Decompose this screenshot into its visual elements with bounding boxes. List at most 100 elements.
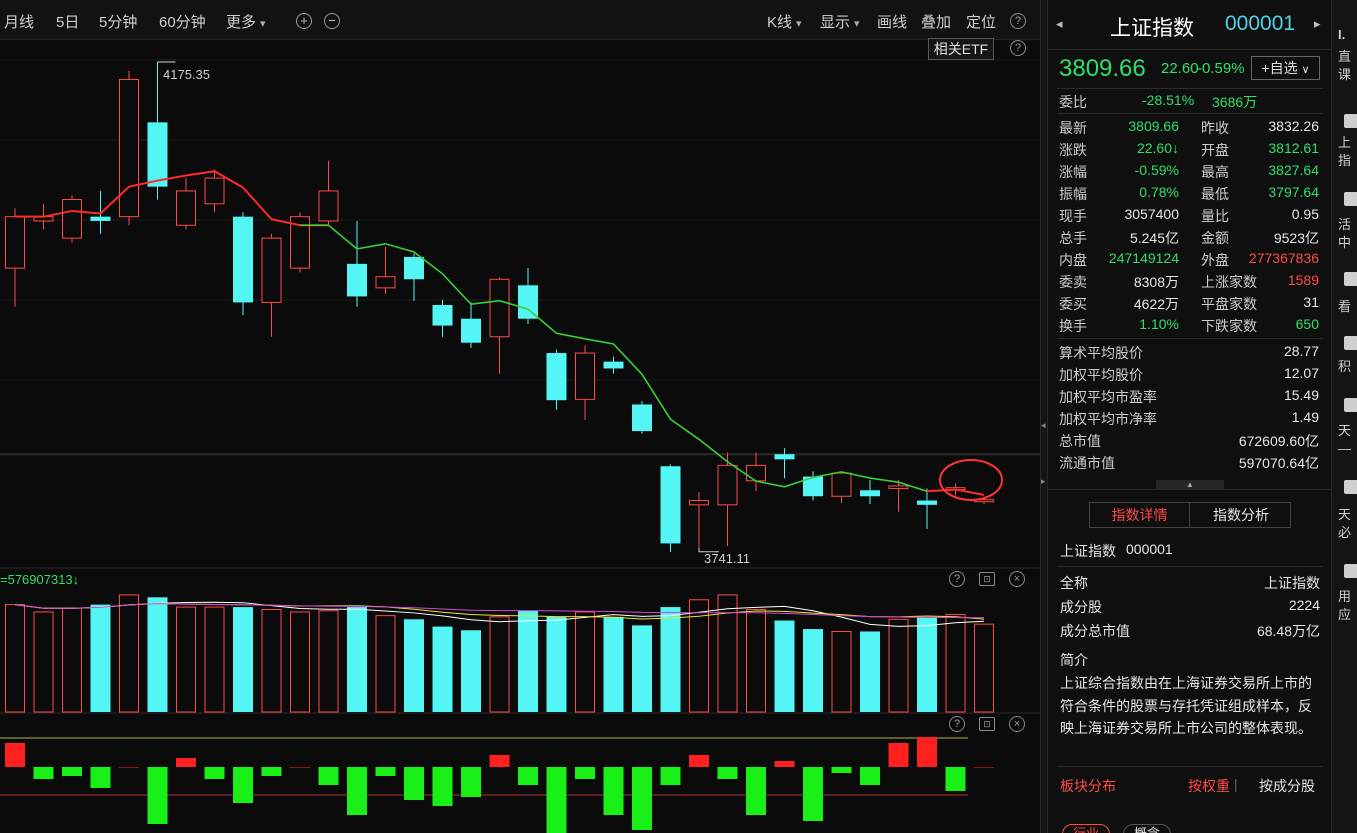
volume-bar-up bbox=[746, 609, 766, 713]
add-favorite-button[interactable]: +自选 ∨ bbox=[1251, 56, 1320, 80]
candle-body-down bbox=[917, 500, 937, 505]
quote-label: 内盘 bbox=[1059, 252, 1087, 268]
quote-value: 31 bbox=[1303, 294, 1319, 310]
sidebar-item-shang[interactable]: 上 bbox=[1338, 134, 1357, 151]
prev-stock-icon[interactable]: ◂ bbox=[1056, 16, 1063, 32]
news-icon[interactable] bbox=[1344, 272, 1357, 286]
quote-label: 外盘 bbox=[1201, 252, 1229, 268]
display-menu[interactable]: 显示 bbox=[820, 11, 860, 32]
by-constituent-link[interactable]: 按成分股 bbox=[1259, 776, 1315, 796]
right-sidebar: I. 直 课 上 指 活 中 看 积 天 — 天 必 用 应 bbox=[1331, 0, 1357, 833]
concept-pill[interactable]: 概念 bbox=[1123, 824, 1172, 833]
sector-distribution-link[interactable]: 板块分布 bbox=[1060, 776, 1116, 796]
quote-value: 9523亿 bbox=[1273, 230, 1319, 246]
sidebar-item-kan[interactable]: 看 bbox=[1338, 298, 1357, 315]
macd-bar-positive bbox=[689, 755, 709, 767]
volume-bar-down bbox=[90, 604, 111, 712]
shop-icon[interactable] bbox=[1344, 114, 1357, 128]
sidebar-item-ji[interactable]: 积 bbox=[1338, 358, 1357, 375]
volume-close-icon[interactable]: × bbox=[1009, 571, 1025, 587]
detail-code: 000001 bbox=[1126, 541, 1173, 557]
points-icon[interactable] bbox=[1344, 336, 1357, 350]
tab-index-analysis[interactable]: 指数分析 bbox=[1191, 503, 1291, 527]
candle-body-down bbox=[518, 285, 538, 319]
divider bbox=[1057, 88, 1323, 89]
period-60min[interactable]: 60分钟 bbox=[159, 11, 206, 32]
volume-bar-up bbox=[575, 611, 595, 713]
macd-bar-positive bbox=[888, 743, 909, 767]
user-icon[interactable] bbox=[1344, 564, 1357, 578]
volume-help-icon[interactable]: ? bbox=[949, 571, 965, 587]
candle-body-down bbox=[432, 305, 453, 326]
sidebar-item-live[interactable]: 直 bbox=[1338, 48, 1357, 65]
detail-label: 成分总市值 bbox=[1060, 623, 1130, 639]
sidebar-item-course[interactable]: 课 bbox=[1338, 66, 1357, 83]
volume-bar-down bbox=[774, 620, 795, 712]
volume-bar-down bbox=[660, 607, 681, 712]
collapse-right-icon[interactable]: ▸ bbox=[1041, 476, 1046, 487]
quote-label: 委买 bbox=[1059, 296, 1087, 312]
macd-bar-negative bbox=[803, 767, 823, 821]
help-icon[interactable]: ? bbox=[1010, 13, 1026, 29]
draw-line-button[interactable]: 画线 bbox=[877, 11, 907, 32]
sidebar-item-zhong[interactable]: 中 bbox=[1338, 234, 1357, 251]
sidebar-item-ying[interactable]: 应 bbox=[1338, 606, 1357, 623]
weibi-label: 委比 bbox=[1059, 94, 1087, 110]
gift-icon[interactable] bbox=[1344, 192, 1357, 206]
zoom-out-icon[interactable]: − bbox=[324, 13, 340, 29]
candle-body-down bbox=[774, 454, 795, 460]
chevron-up-icon[interactable]: ▲ bbox=[1156, 480, 1224, 490]
sidebar-item-dash[interactable]: — bbox=[1338, 440, 1357, 457]
kline-menu[interactable]: K线 bbox=[767, 11, 802, 32]
quote-label: 涨跌 bbox=[1059, 142, 1087, 158]
add-favorite-label: +自选 bbox=[1261, 60, 1298, 76]
panel-collapse-bar[interactable]: ▲ bbox=[1048, 478, 1331, 490]
volume-settings-icon[interactable]: ⊡ bbox=[979, 572, 995, 586]
period-5day[interactable]: 5日 bbox=[56, 11, 79, 32]
industry-pill[interactable]: 行业 bbox=[1062, 824, 1111, 833]
tab-index-details[interactable]: 指数详情 bbox=[1090, 503, 1190, 527]
volume-bar-down bbox=[917, 616, 937, 712]
sidebar-item-tian2[interactable]: 天 bbox=[1338, 506, 1357, 523]
by-weight-link[interactable]: 按权重 bbox=[1188, 776, 1230, 796]
sidebar-item-activity[interactable]: 活 bbox=[1338, 216, 1357, 233]
link-separator: | bbox=[1234, 776, 1238, 792]
related-etf-button[interactable]: 相关ETF bbox=[928, 38, 994, 60]
candle-body-up bbox=[575, 352, 595, 400]
stat-value: 1.49 bbox=[1291, 409, 1319, 425]
hat-icon[interactable] bbox=[1344, 398, 1357, 412]
volume-bar-down bbox=[347, 607, 367, 712]
sidebar-item-bi[interactable]: 必 bbox=[1338, 524, 1357, 541]
etf-help-icon[interactable]: ? bbox=[1010, 40, 1026, 56]
macd-bar-negative bbox=[33, 767, 54, 779]
panel-splitter[interactable]: ◂ ▸ bbox=[1040, 0, 1048, 833]
macd-settings-icon[interactable]: ⊡ bbox=[979, 717, 995, 731]
volume-bar-down bbox=[147, 597, 168, 712]
sidebar-item-yong[interactable]: 用 bbox=[1338, 588, 1357, 605]
overlay-button[interactable]: 叠加 bbox=[921, 11, 951, 32]
sidebar-item-tian[interactable]: 天 bbox=[1338, 422, 1357, 439]
quote-value: -0.59% bbox=[1134, 162, 1179, 178]
sidebar-logo[interactable]: I. bbox=[1338, 26, 1357, 43]
bag-icon[interactable] bbox=[1344, 480, 1357, 494]
macd-help-icon[interactable]: ? bbox=[949, 716, 965, 732]
macd-bar-positive bbox=[290, 767, 310, 768]
more-menu[interactable]: 更多 bbox=[226, 11, 266, 32]
macd-bar-positive bbox=[917, 737, 937, 767]
collapse-left-icon[interactable]: ◂ bbox=[1041, 420, 1046, 431]
macd-bar-negative bbox=[404, 767, 424, 800]
macd-bar-positive bbox=[176, 758, 196, 767]
zoom-in-icon[interactable]: + bbox=[296, 13, 312, 29]
sidebar-item-zhi[interactable]: 指 bbox=[1338, 152, 1357, 169]
period-monthly[interactable]: 月线 bbox=[4, 11, 34, 32]
candle-body-down bbox=[347, 263, 367, 297]
macd-close-icon[interactable]: × bbox=[1009, 716, 1025, 732]
candle-body-up bbox=[204, 177, 225, 205]
candle-body-down bbox=[546, 353, 567, 401]
period-5min[interactable]: 5分钟 bbox=[99, 11, 137, 32]
macd-bar-negative bbox=[632, 767, 652, 830]
volume-bar-up bbox=[489, 616, 510, 713]
locate-button[interactable]: 定位 bbox=[966, 11, 996, 32]
quote-label: 最低 bbox=[1201, 186, 1229, 202]
next-stock-icon[interactable]: ▸ bbox=[1314, 16, 1321, 32]
